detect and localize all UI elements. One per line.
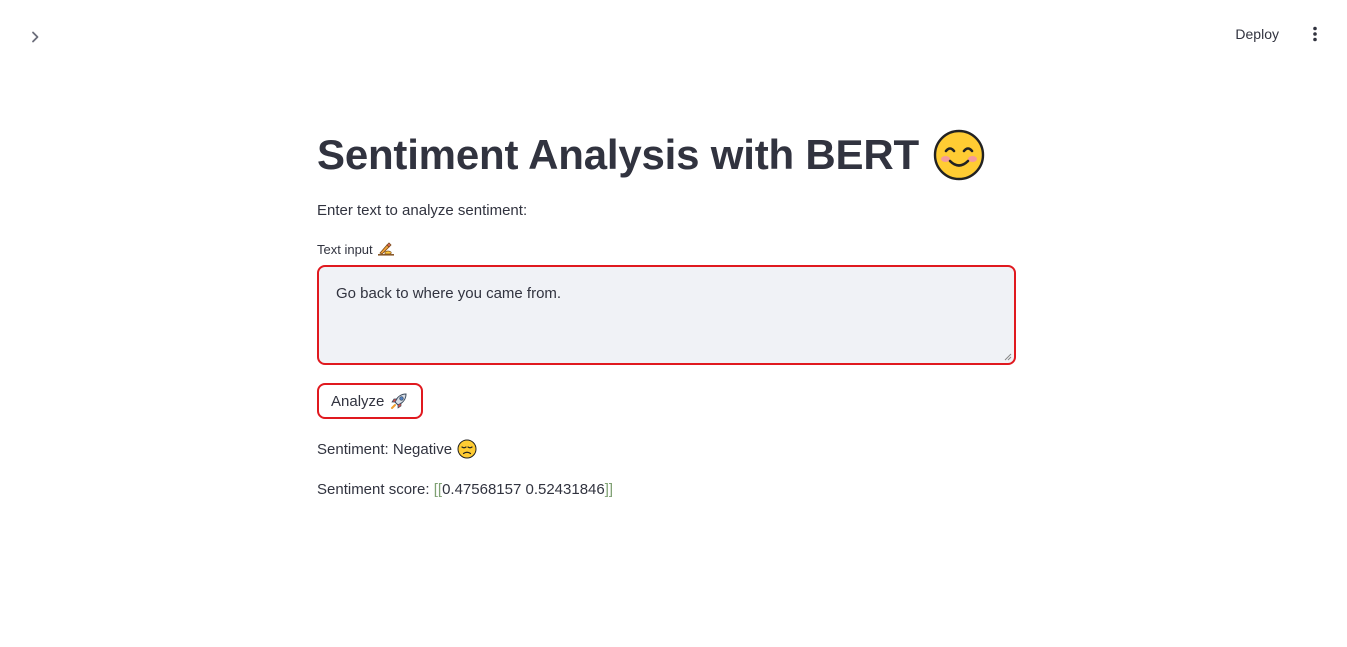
chevron-right-icon: [32, 31, 39, 43]
text-input-container: Go back to where you came from.: [317, 265, 1016, 365]
score-close-bracket: ]]: [604, 481, 614, 498]
page-title-text: Sentiment Analysis with BERT: [317, 131, 919, 178]
disappointed-face-icon: [457, 439, 477, 459]
writing-hand-icon: [377, 242, 394, 256]
score-open-bracket: [[: [433, 481, 443, 498]
sentiment-score: Sentiment score: [[0.47568157 0.52431846…: [317, 481, 1020, 498]
rocket-icon: [391, 393, 407, 409]
main-content: Sentiment Analysis with BERT Enter text …: [317, 128, 1020, 498]
text-input-label-text: Text input: [317, 241, 373, 257]
analyze-button[interactable]: Analyze: [317, 383, 424, 419]
resize-handle-icon[interactable]: [1004, 353, 1012, 361]
sentiment-score-values: 0.47568157 0.52431846: [442, 481, 605, 498]
sentiment-result-text: Sentiment: Negative: [317, 440, 453, 458]
sentiment-score-prefix: Sentiment score:: [317, 481, 434, 498]
analyze-button-label: Analyze: [331, 392, 385, 410]
text-input-field[interactable]: Go back to where you came from.: [319, 267, 1014, 363]
more-vertical-icon: [1313, 26, 1317, 42]
smiling-face-icon: [933, 129, 985, 181]
app-root: Deploy Sentiment Analysis with BERT Ente…: [0, 0, 1347, 647]
header-toolbar: Deploy: [1231, 20, 1325, 48]
text-input-label: Text input: [317, 241, 1020, 257]
sentiment-result: Sentiment: Negative: [317, 439, 1020, 459]
main-menu-button[interactable]: [1305, 21, 1325, 47]
page-title: Sentiment Analysis with BERT: [317, 128, 1020, 182]
deploy-button[interactable]: Deploy: [1231, 20, 1283, 48]
sidebar-expand-button[interactable]: [24, 26, 46, 48]
intro-text: Enter text to analyze sentiment:: [317, 202, 528, 219]
